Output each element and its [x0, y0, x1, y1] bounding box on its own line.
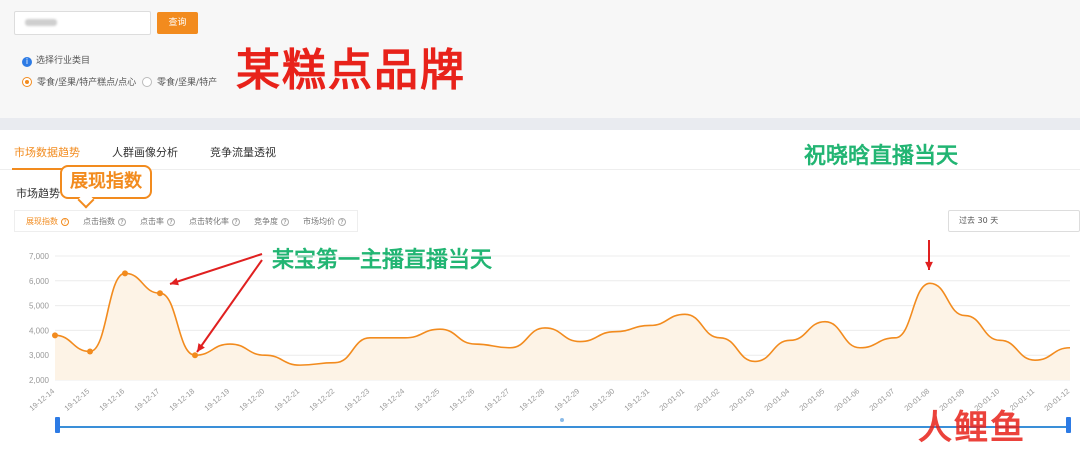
- x-tick-label: 19-12-24: [377, 387, 406, 413]
- y-tick-label: 5,000: [29, 302, 50, 311]
- x-tick-label: 20-01-03: [727, 387, 756, 413]
- x-tick-label: 19-12-14: [27, 387, 56, 413]
- x-tick-label: 19-12-29: [552, 387, 581, 413]
- trend-section-title: 市场趋势: [16, 187, 60, 200]
- x-tick-label: 19-12-17: [132, 387, 161, 413]
- radio-label: 零食/坚果/特产糕点/点心: [37, 78, 137, 88]
- arrow-to-dip-head: [197, 343, 205, 352]
- x-tick-label: 19-12-27: [482, 387, 511, 413]
- y-tick-label: 6,000: [29, 277, 50, 286]
- radio-label: 零食/坚果/特产: [157, 78, 218, 88]
- x-tick-label: 19-12-23: [342, 387, 371, 413]
- series-area: [55, 273, 1070, 380]
- chip-competition[interactable]: 竞争度?: [254, 216, 289, 227]
- chip-label: 市场均价: [303, 216, 335, 226]
- data-point: [122, 270, 128, 277]
- radio-unselected-icon: [142, 76, 152, 87]
- brand-search-input[interactable]: [14, 11, 151, 35]
- category-radio-snacks-pastry[interactable]: 零食/坚果/特产糕点/点心: [22, 75, 136, 88]
- metric-chip-group: 展现指数? 点击指数? 点击率? 点击转化率? 竞争度? 市场均价?: [14, 210, 358, 232]
- x-tick-label: 20-01-12: [1042, 387, 1071, 413]
- help-icon: ?: [118, 217, 126, 226]
- section-divider: [0, 118, 1080, 130]
- chip-label: 点击转化率: [189, 216, 229, 226]
- chip-label: 展现指数: [26, 216, 58, 226]
- y-tick-label: 7,000: [29, 252, 50, 261]
- arrow-to-peak-head: [170, 277, 179, 286]
- masked-text: [25, 18, 57, 26]
- x-tick-label: 19-12-21: [272, 387, 301, 413]
- chip-label: 竞争度: [254, 216, 278, 226]
- x-tick-label: 19-12-22: [307, 387, 336, 413]
- y-tick-label: 4,000: [29, 326, 50, 335]
- x-tick-label: 19-12-28: [517, 387, 546, 413]
- x-tick-label: 19-12-30: [587, 387, 616, 413]
- data-point: [52, 332, 58, 339]
- x-tick-label: 20-01-04: [762, 387, 791, 413]
- help-icon: ?: [281, 217, 289, 226]
- chip-avg-price[interactable]: 市场均价?: [303, 216, 346, 227]
- chip-click-index[interactable]: 点击指数?: [83, 216, 126, 227]
- search-button[interactable]: 查询: [157, 12, 198, 34]
- data-point: [192, 352, 198, 359]
- scrubber-handle-left: [55, 417, 60, 433]
- x-tick-label: 19-12-25: [412, 387, 441, 413]
- category-label: i 选择行业类目: [22, 53, 90, 67]
- data-point: [157, 290, 163, 297]
- data-point: [87, 348, 93, 355]
- x-tick-label: 20-01-01: [657, 387, 686, 413]
- arrow-to-celebrity-peak-head: [925, 261, 933, 270]
- x-tick-label: 19-12-26: [447, 387, 476, 413]
- scrubber-handle-right: [1066, 417, 1071, 433]
- brand-annotation: 某糕点品牌: [236, 45, 466, 96]
- tab-audience-profile[interactable]: 人群画像分析: [112, 144, 178, 160]
- category-radio-snacks[interactable]: 零食/坚果/特产: [142, 75, 217, 88]
- x-tick-label: 20-01-05: [797, 387, 826, 413]
- x-tick-label: 20-01-06: [832, 387, 861, 413]
- chip-label: 点击率: [140, 216, 164, 226]
- x-tick-label: 20-01-07: [867, 387, 896, 413]
- info-icon: i: [22, 57, 32, 67]
- tab-competition-traffic[interactable]: 竞争流量透视: [210, 144, 276, 160]
- tab-market-trend[interactable]: 市场数据趋势: [14, 144, 80, 160]
- x-tick-label: 19-12-20: [237, 387, 266, 413]
- x-tick-label: 19-12-31: [622, 387, 651, 413]
- celebrity-live-annotation: 祝晓晗直播当天: [804, 144, 959, 169]
- help-icon: ?: [232, 217, 240, 226]
- chip-click-rate[interactable]: 点击率?: [140, 216, 175, 227]
- metric-callout: 展现指数: [60, 165, 152, 199]
- help-icon: ?: [61, 217, 69, 226]
- chip-impression-index[interactable]: 展现指数?: [26, 216, 69, 227]
- chip-conversion-rate[interactable]: 点击转化率?: [189, 216, 240, 227]
- date-range-select[interactable]: 过去 30 天: [948, 210, 1080, 232]
- scrubber-center-dot: [560, 418, 564, 422]
- chip-label: 点击指数: [83, 216, 115, 226]
- radio-selected-icon: [22, 76, 32, 87]
- x-tick-label: 20-01-02: [692, 387, 721, 413]
- help-icon: ?: [167, 217, 175, 226]
- y-tick-label: 2,000: [29, 376, 50, 385]
- help-icon: ?: [338, 217, 346, 226]
- category-label-text: 选择行业类目: [36, 56, 91, 66]
- y-tick-label: 3,000: [29, 351, 50, 360]
- x-tick-label: 19-12-18: [167, 387, 196, 413]
- x-tick-label: 19-12-19: [202, 387, 231, 413]
- x-tick-label: 19-12-15: [62, 387, 91, 413]
- x-tick-label: 19-12-16: [97, 387, 126, 413]
